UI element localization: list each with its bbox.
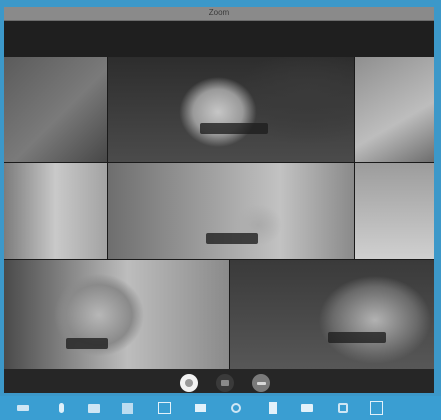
- document-icon[interactable]: [266, 401, 280, 415]
- top-toolbar: [4, 21, 434, 57]
- end-call-icon: [256, 381, 266, 385]
- participant-name-tag: [328, 332, 386, 343]
- participant-tile[interactable]: [355, 163, 434, 259]
- participant-tile[interactable]: [4, 163, 107, 259]
- copy-icon[interactable]: [336, 401, 350, 415]
- taskbar: [0, 396, 441, 420]
- mic-icon[interactable]: [54, 401, 68, 415]
- record-button[interactable]: [180, 374, 198, 392]
- mail-icon[interactable]: [193, 401, 207, 415]
- participant-tile[interactable]: [4, 57, 107, 162]
- app-icon[interactable]: [120, 401, 134, 415]
- video-call-window: Zoom: [4, 7, 434, 393]
- notes-icon[interactable]: [369, 401, 383, 415]
- participant-tile[interactable]: [4, 260, 229, 369]
- window-title: Zoom: [208, 8, 230, 17]
- participant-name-tag: [200, 123, 268, 134]
- record-icon: [185, 379, 193, 387]
- title-bar: Zoom: [4, 7, 434, 21]
- video-icon[interactable]: [300, 401, 314, 415]
- settings-icon[interactable]: [229, 401, 243, 415]
- participant-name-tag: [66, 338, 108, 349]
- start-icon[interactable]: [16, 401, 30, 415]
- end-call-button[interactable]: [252, 374, 270, 392]
- terminal-icon[interactable]: [157, 401, 171, 415]
- camera-icon: [221, 380, 229, 386]
- participant-name-tag: [206, 233, 258, 244]
- camera-button[interactable]: [216, 374, 234, 392]
- participant-gallery: [4, 57, 434, 369]
- participant-tile[interactable]: [108, 163, 354, 259]
- participant-tile[interactable]: [108, 57, 354, 162]
- participant-tile[interactable]: [230, 260, 434, 369]
- participant-tile[interactable]: [355, 57, 434, 162]
- call-controls: [4, 369, 434, 393]
- folder-icon[interactable]: [87, 401, 101, 415]
